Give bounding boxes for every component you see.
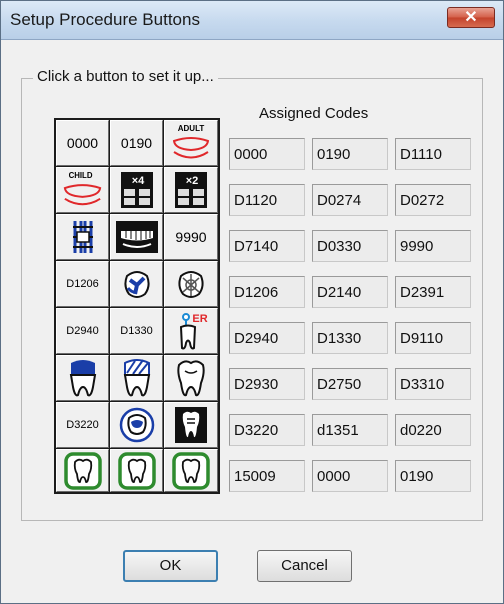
crown-striped-icon — [123, 359, 150, 397]
assigned-code-field[interactable]: D1120 — [229, 184, 305, 216]
assigned-codes-heading: Assigned Codes — [259, 105, 369, 122]
sealant-tooth-icon — [123, 271, 150, 298]
procedure-button-crown-striped[interactable] — [110, 355, 163, 401]
assigned-code-field[interactable]: D2930 — [229, 368, 305, 400]
procedure-button-D3220[interactable]: D3220 — [56, 402, 109, 448]
procedure-button-D1206[interactable]: D1206 — [56, 261, 109, 307]
assigned-code-field[interactable]: D2140 — [312, 276, 388, 308]
procedure-button-9990[interactable]: 9990 — [164, 214, 218, 260]
assigned-code-field[interactable]: D1206 — [229, 276, 305, 308]
procedure-button-grid: 0000 0190 ADULT CHILD ×4 ×2 9990 D1206 D… — [54, 118, 220, 494]
setup-procedure-buttons-window: Setup Procedure Buttons ✕ Click a button… — [0, 0, 504, 604]
emergency-tooth-icon: ER — [179, 313, 208, 350]
tooth-outline-icon — [177, 360, 205, 397]
procedure-button-0190[interactable]: 0190 — [110, 120, 163, 166]
button-label: ADULT — [178, 124, 205, 133]
assigned-code-field[interactable]: D3220 — [229, 414, 305, 446]
assigned-code-field[interactable]: 0190 — [312, 138, 388, 170]
assigned-code-field[interactable]: 15009 — [229, 460, 305, 492]
assigned-code-field[interactable]: D2750 — [312, 368, 388, 400]
assigned-code-field[interactable]: 0000 — [229, 138, 305, 170]
assigned-code-field[interactable]: D0274 — [312, 184, 388, 216]
green-tooth-icon — [172, 451, 210, 490]
procedure-button-green-tooth-1[interactable] — [56, 449, 109, 492]
assigned-code-field[interactable]: 0190 — [395, 460, 471, 492]
procedure-button-0000[interactable]: 0000 — [56, 120, 109, 166]
assigned-code-field[interactable]: d1351 — [312, 414, 388, 446]
ok-button[interactable]: OK — [123, 550, 218, 582]
procedure-button-xray-x4[interactable]: ×4 — [110, 167, 163, 213]
button-label: 9990 — [175, 229, 207, 245]
procedure-button-D1330[interactable]: D1330 — [110, 308, 163, 354]
button-label: 0190 — [120, 135, 153, 151]
procedure-button-tooth-dark[interactable] — [164, 402, 218, 448]
procedure-button-sealant[interactable] — [110, 261, 163, 307]
xray-x4-icon: ×4 — [120, 172, 153, 208]
button-label: D2940 — [66, 325, 99, 337]
ortho-appliance-icon — [72, 221, 93, 253]
assigned-code-field[interactable]: D0330 — [312, 230, 388, 262]
close-button[interactable]: ✕ — [447, 7, 495, 28]
procedure-button-dentures-dark[interactable] — [110, 214, 163, 260]
procedure-button-crown-blue[interactable] — [56, 355, 109, 401]
procedure-button-xray-x2[interactable]: ×2 — [164, 167, 218, 213]
xray-x2-icon: ×2 — [175, 172, 207, 208]
close-icon[interactable]: ✕ — [448, 8, 494, 27]
assigned-code-field[interactable]: D1330 — [312, 322, 388, 354]
window-title: Setup Procedure Buttons — [10, 10, 200, 29]
procedure-button-root-canal[interactable] — [110, 402, 163, 448]
procedure-button-adult-dentures[interactable]: ADULT — [164, 120, 218, 166]
procedure-button-orthodontic[interactable] — [56, 214, 109, 260]
assigned-code-field[interactable]: D0272 — [395, 184, 471, 216]
procedure-button-emergency[interactable]: ER — [164, 308, 218, 354]
procedure-button-crack[interactable] — [164, 261, 218, 307]
button-label: 0000 — [66, 135, 99, 151]
title-bar: Setup Procedure Buttons ✕ — [1, 1, 503, 40]
button-label: ER — [192, 313, 207, 325]
dentures-dark-icon — [115, 221, 158, 253]
assigned-code-field[interactable]: d0220 — [395, 414, 471, 446]
adult-dentures-icon: ADULT — [172, 124, 210, 159]
procedure-button-D2940[interactable]: D2940 — [56, 308, 109, 354]
procedure-button-child-dentures[interactable]: CHILD — [56, 167, 109, 213]
button-label: ×4 — [131, 175, 144, 187]
root-canal-icon — [119, 407, 154, 443]
tooth-crack-icon — [178, 271, 204, 298]
group-label: Click a button to set it up... — [33, 68, 218, 85]
assigned-code-field[interactable]: D9110 — [395, 322, 471, 354]
button-label: D1206 — [66, 278, 99, 290]
assigned-code-field[interactable]: D3310 — [395, 368, 471, 400]
assigned-code-field[interactable]: D7140 — [229, 230, 305, 262]
procedure-button-green-tooth-2[interactable] — [110, 449, 163, 492]
assigned-code-field[interactable]: 9990 — [395, 230, 471, 262]
child-dentures-icon: CHILD — [63, 171, 102, 206]
green-tooth-icon — [63, 451, 102, 490]
green-tooth-icon — [117, 451, 156, 490]
button-label: ×2 — [186, 175, 199, 187]
tooth-dark-icon — [175, 407, 207, 443]
button-label: D1330 — [120, 325, 153, 337]
crown-blue-icon — [69, 360, 96, 397]
button-label: CHILD — [69, 171, 93, 180]
procedure-button-tooth-outline[interactable] — [164, 355, 218, 401]
assigned-code-field[interactable]: D2940 — [229, 322, 305, 354]
procedure-button-green-tooth-3[interactable] — [164, 449, 218, 492]
assigned-code-field[interactable]: 0000 — [312, 460, 388, 492]
assigned-code-field[interactable]: D2391 — [395, 276, 471, 308]
cancel-button[interactable]: Cancel — [257, 550, 352, 582]
assigned-code-field[interactable]: D1110 — [395, 138, 471, 170]
button-label: D3220 — [66, 419, 99, 431]
